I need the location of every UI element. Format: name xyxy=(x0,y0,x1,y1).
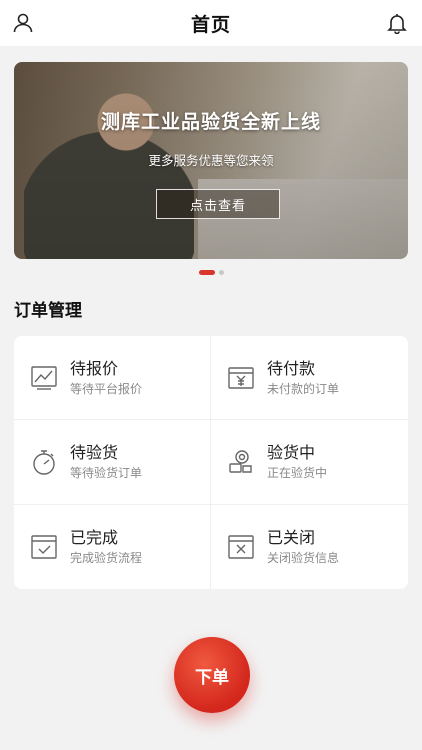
carousel-dot-active[interactable] xyxy=(198,270,215,275)
order-item-completed[interactable]: 已完成 完成验货流程 xyxy=(14,504,211,589)
order-item-pending-payment[interactable]: 待付款 未付款的订单 xyxy=(211,336,408,421)
inspector-icon xyxy=(227,448,255,476)
order-item-title: 已关闭 xyxy=(267,527,316,547)
order-item-desc: 等待验货订单 xyxy=(70,465,143,480)
order-item-desc: 等待平台报价 xyxy=(70,381,143,396)
place-order-button[interactable]: 下单 xyxy=(174,637,250,713)
order-item-title: 待验货 xyxy=(70,442,119,462)
stopwatch-icon xyxy=(30,448,58,476)
page-title: 首页 xyxy=(190,13,231,36)
order-item-desc: 正在验货中 xyxy=(267,465,328,480)
banner-subtitle: 更多服务优惠等您来领 xyxy=(148,153,274,168)
order-item-title: 已完成 xyxy=(70,527,119,547)
order-management-card: 待报价 等待平台报价 待付款 未付款的订单 待验货 等待验货订单 验货中 正在验… xyxy=(14,336,408,589)
order-item-desc: 完成验货流程 xyxy=(70,550,143,565)
bell-icon[interactable] xyxy=(384,10,410,36)
user-icon[interactable] xyxy=(10,10,36,36)
order-item-closed[interactable]: 已关闭 关闭验货信息 xyxy=(211,505,408,589)
order-item-pending-quote[interactable]: 待报价 等待平台报价 xyxy=(14,336,211,421)
promo-banner[interactable]: 测库工业品验货全新上线 更多服务优惠等您来领 点击查看 xyxy=(14,62,408,259)
banner-headline: 测库工业品验货全新上线 xyxy=(100,111,321,133)
top-bar: 首页 xyxy=(0,0,422,46)
checkbox-icon xyxy=(30,533,58,561)
order-item-title: 验货中 xyxy=(267,442,316,462)
carousel-dot[interactable] xyxy=(218,270,224,275)
yen-icon xyxy=(227,364,255,392)
order-item-title: 待报价 xyxy=(70,358,119,378)
order-item-inspecting[interactable]: 验货中 正在验货中 xyxy=(211,420,408,505)
section-title: 订单管理 xyxy=(14,301,82,321)
order-item-desc: 关闭验货信息 xyxy=(267,550,340,565)
order-item-title: 待付款 xyxy=(267,358,316,378)
view-button[interactable]: 点击查看 xyxy=(156,189,280,219)
close-box-icon xyxy=(227,533,255,561)
chart-line-icon xyxy=(30,364,58,392)
carousel-indicator xyxy=(0,270,422,275)
order-item-awaiting-inspection[interactable]: 待验货 等待验货订单 xyxy=(14,420,211,505)
order-item-desc: 未付款的订单 xyxy=(267,381,340,396)
